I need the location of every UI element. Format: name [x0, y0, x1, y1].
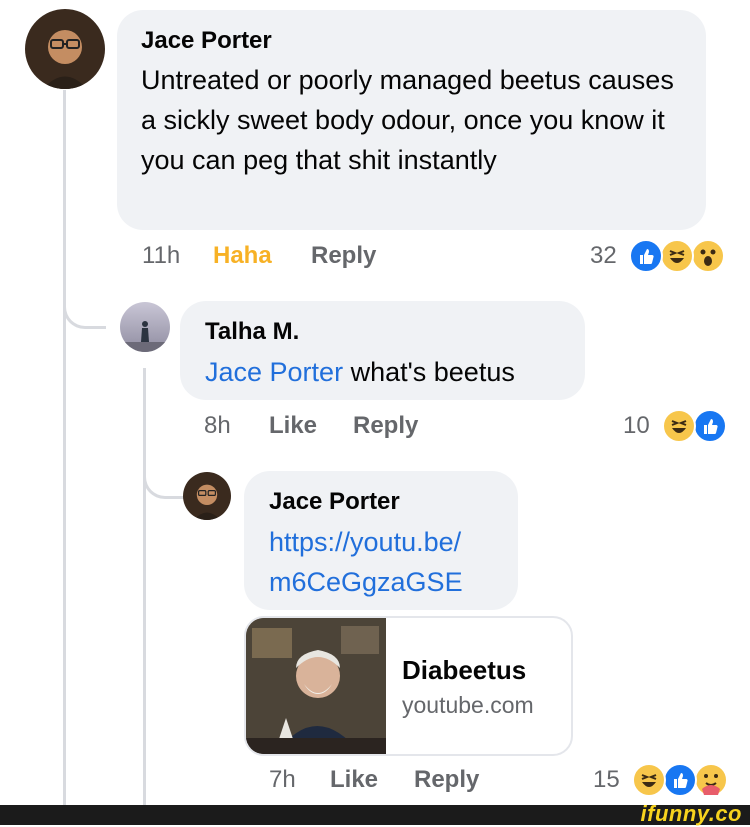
avatar-face-icon [193, 484, 221, 520]
reply-button[interactable]: Reply [414, 766, 479, 794]
youtube-link-line-1[interactable]: https://youtu.be/ [269, 522, 461, 562]
like-button[interactable]: Like [269, 412, 317, 440]
mention-link[interactable]: Jace Porter [205, 357, 343, 387]
like-button[interactable]: Like [330, 766, 378, 794]
comment-author[interactable]: Jace Porter [269, 488, 400, 516]
avatar-talha-m[interactable] [120, 302, 170, 352]
avatar-figure-icon [120, 321, 170, 352]
video-thumbnail[interactable] [246, 618, 386, 754]
reply-button[interactable]: Reply [353, 412, 418, 440]
preview-domain: youtube.com [402, 692, 534, 718]
like-icon [663, 763, 697, 797]
reaction-count[interactable]: 10 [623, 412, 650, 440]
like-icon [693, 409, 727, 443]
comment-time[interactable]: 7h [269, 766, 296, 794]
comment-bubble-1[interactable]: Jace Porter Untreated or poorly managed … [117, 10, 706, 230]
haha-icon [660, 239, 694, 273]
preview-title[interactable]: Diabeetus [402, 655, 526, 686]
link-preview-card[interactable]: Diabeetus youtube.com [244, 616, 573, 756]
haha-reaction-button[interactable]: Haha [213, 242, 272, 270]
thread-line-sub [143, 368, 146, 805]
haha-icon [632, 763, 666, 797]
comment-text: Untreated or poorly managed beetus cause… [141, 65, 674, 175]
reply-button[interactable]: Reply [311, 242, 376, 270]
wow-icon [691, 239, 725, 273]
comment-bubble-2[interactable]: Talha M. Jace Porter what's beetus [180, 301, 585, 400]
youtube-link-line-2[interactable]: m6CeGgzaGSE [269, 562, 463, 602]
comment-text: what's beetus [350, 357, 515, 387]
thread-curve-2 [143, 460, 184, 499]
comment-time[interactable]: 8h [204, 412, 231, 440]
comment-time[interactable]: 11h [142, 242, 180, 270]
reaction-count[interactable]: 32 [590, 242, 617, 270]
thread-curve-1 [63, 290, 106, 329]
haha-icon [662, 409, 696, 443]
comment-text-wrapper: Jace Porter what's beetus [205, 352, 515, 392]
care-icon [694, 763, 728, 797]
thumbnail-man-image [246, 618, 386, 754]
comment-author[interactable]: Jace Porter [141, 27, 272, 55]
avatar-face-icon [43, 30, 87, 89]
avatar-jace-porter[interactable] [25, 9, 105, 89]
comment-bubble-3[interactable]: Jace Porter https://youtu.be/ m6CeGgzaGS… [244, 471, 518, 610]
like-icon [629, 239, 663, 273]
ifunny-watermark: ifunny.co [640, 801, 742, 826]
reaction-count[interactable]: 15 [593, 766, 620, 794]
avatar-jace-porter[interactable] [183, 472, 231, 520]
comment-author[interactable]: Talha M. [205, 318, 299, 346]
thread-line-main [63, 90, 66, 805]
footer-bar: ifunny.co [0, 801, 750, 826]
